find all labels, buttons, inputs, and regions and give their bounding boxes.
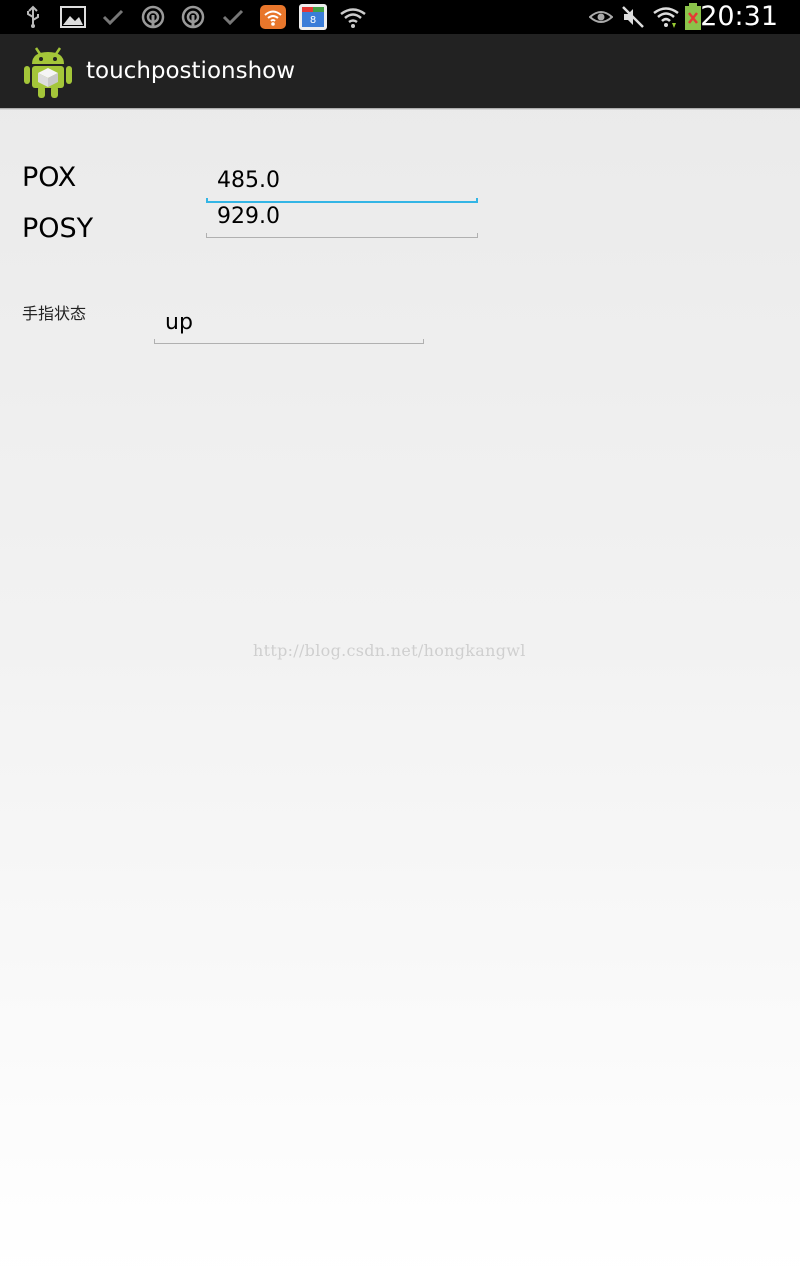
finger-state-underline-tick-left	[154, 339, 155, 344]
action-bar: touchpostionshow	[0, 34, 800, 110]
wifi-app-icon	[259, 4, 287, 30]
svg-text:8: 8	[310, 15, 316, 26]
android-icon[interactable]	[22, 42, 74, 100]
usb-icon	[22, 4, 44, 30]
check-icon	[100, 4, 126, 30]
pox-value: 485.0	[217, 168, 280, 193]
posy-value: 929.0	[217, 204, 280, 229]
status-bar: 8 20:31	[0, 0, 800, 34]
watermark: http://blog.csdn.net/hongkangwl	[253, 641, 526, 660]
store-app-icon: 8	[298, 4, 328, 30]
wifi-question-icon	[338, 4, 368, 30]
pox-label: POX	[22, 162, 77, 193]
mute-icon	[620, 4, 646, 30]
pox-underline-tick-left	[206, 198, 208, 203]
podcast-icon	[180, 4, 206, 30]
check-icon	[220, 4, 246, 30]
posy-underline-tick-right	[477, 233, 478, 238]
wifi-icon	[651, 4, 681, 30]
finger-state-underline-tick-right	[423, 339, 424, 344]
finger-state-value: up	[165, 310, 193, 335]
finger-state-input[interactable]: up	[154, 308, 424, 344]
eye-icon	[588, 4, 614, 30]
posy-input[interactable]: 929.0	[206, 204, 478, 238]
pox-input[interactable]: 485.0	[206, 166, 478, 203]
podcast-icon	[140, 4, 166, 30]
pox-underline-tick-right	[476, 198, 478, 203]
status-time: 20:31	[700, 1, 778, 32]
posy-label: POSY	[22, 213, 94, 244]
finger-state-label: 手指状态	[22, 304, 87, 323]
app-title: touchpostionshow	[86, 58, 296, 84]
pox-underline	[206, 201, 478, 203]
posy-underline	[206, 237, 478, 238]
gallery-icon	[58, 4, 88, 30]
finger-state-underline	[154, 343, 424, 344]
posy-underline-tick-left	[206, 233, 207, 238]
